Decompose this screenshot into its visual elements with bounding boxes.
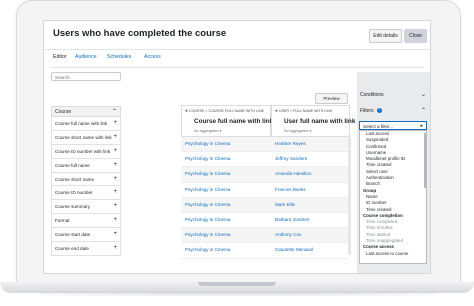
- field-list-item[interactable]: Course start date +: [51, 228, 121, 243]
- field-label: Course ID number with link: [55, 148, 111, 154]
- plus-icon: +: [113, 133, 117, 140]
- plus-icon: +: [113, 245, 117, 252]
- aggregation-select[interactable]: No aggregation ▾: [284, 129, 311, 133]
- field-label: Course full name with link: [55, 121, 108, 126]
- table-row: Psychology in Cinema Jeffrey Sanders: [181, 152, 348, 168]
- field-label: Format: [55, 218, 70, 224]
- course-link[interactable]: Psychology in Cinema: [185, 137, 230, 151]
- info-icon[interactable]: ?: [377, 108, 383, 114]
- tab-divider: [50, 67, 424, 68]
- tab-schedules[interactable]: Schedules: [107, 54, 131, 60]
- field-label: Course full name: [55, 162, 90, 168]
- field-label: Course ID number: [55, 190, 93, 196]
- course-link[interactable]: Psychology in Cinema: [185, 243, 230, 257]
- course-link[interactable]: Psychology in Cinema: [185, 213, 230, 227]
- field-list-item[interactable]: Format +: [51, 214, 121, 229]
- table-row: Psychology in Cinema Barbara Gardner: [181, 213, 348, 229]
- tab-audience[interactable]: Audience: [75, 54, 97, 60]
- preview-button[interactable]: Preview: [315, 93, 348, 104]
- plus-icon: +: [113, 161, 117, 168]
- sidebar-section-course[interactable]: Course ⌃: [51, 106, 121, 117]
- field-label: Course summary: [55, 204, 90, 210]
- user-link[interactable]: Barbara Gardner: [275, 213, 309, 227]
- course-link[interactable]: Psychology in Cinema: [185, 228, 230, 242]
- plus-icon: +: [113, 189, 117, 196]
- scrollbar[interactable]: [348, 135, 351, 255]
- table-row: Psychology in Cinema Heather Reyes: [181, 137, 348, 153]
- course-link[interactable]: Psychology in Cinema: [185, 152, 230, 166]
- tab-access[interactable]: Access: [144, 54, 161, 60]
- field-list-item[interactable]: Course full name +: [51, 158, 121, 173]
- column-header[interactable]: ✥ USER > FULL NAME WITH LINK User full n…: [271, 105, 355, 137]
- table-row: Psychology in Cinema Mark Ellis: [181, 197, 348, 213]
- table-row: Psychology in Cinema Frances Banks: [181, 183, 348, 198]
- filter-dropdown: Last access Suspended Confirmed Username Moo…: [359, 130, 427, 264]
- table-row: Psychology in Cinema Anthony Cox: [181, 228, 348, 244]
- user-link[interactable]: Claudette Menasol: [275, 243, 313, 257]
- report-editor-screen: Users who have completed the course Edit…: [43, 20, 431, 274]
- plus-icon: +: [113, 203, 117, 210]
- field-list: Course full name with link + Course short …: [51, 117, 121, 256]
- user-link[interactable]: Frances Banks: [275, 183, 306, 197]
- filters-label: Filters: [360, 108, 374, 114]
- field-list-item[interactable]: Course ID number +: [51, 186, 121, 201]
- user-link[interactable]: Jeffrey Sanders: [275, 152, 307, 166]
- field-label: Course short name: [55, 176, 95, 182]
- settings-panel: Conditions ⌄ Filters ? ⌃ Select a filter…: [357, 72, 430, 273]
- filter-select[interactable]: Select a filter... ▸: [359, 121, 427, 130]
- column-title: Course full name with link: [194, 118, 274, 125]
- laptop-shadow: [40, 292, 434, 296]
- course-link[interactable]: Psychology in Cinema: [185, 167, 230, 181]
- edit-details-button[interactable]: Edit details: [369, 29, 402, 43]
- field-label: Course short name with link: [55, 134, 112, 140]
- plus-icon: +: [113, 217, 117, 224]
- page-title: Users who have completed the course: [53, 28, 227, 39]
- plus-icon: +: [113, 120, 117, 126]
- sidebar-section-label: Course: [55, 109, 72, 115]
- report-table: Psychology in Cinema Heather Reyes Psychol…: [181, 137, 348, 259]
- user-link[interactable]: Heather Reyes: [275, 137, 306, 151]
- dropdown-option[interactable]: Last access to course: [360, 251, 426, 257]
- user-link[interactable]: Anthony Cox: [275, 228, 301, 242]
- scrollbar[interactable]: [424, 133, 426, 188]
- plus-icon: +: [113, 147, 117, 154]
- field-label: Course end date: [55, 246, 89, 252]
- field-list-item[interactable]: Course end date +: [51, 242, 121, 256]
- page-header: Users who have completed the course Edit…: [44, 21, 430, 50]
- tab-editor[interactable]: Editor: [53, 54, 67, 60]
- column-source-label: ✥ COURSE > COURSE FULL NAME WITH LINK: [185, 109, 265, 113]
- user-link[interactable]: Amanda Hamilton: [275, 167, 312, 181]
- plus-icon: +: [113, 175, 117, 182]
- conditions-label: Conditions: [360, 92, 384, 98]
- conditions-header[interactable]: Conditions ⌄: [357, 90, 430, 101]
- aggregation-select[interactable]: No aggregation ▾: [194, 129, 221, 133]
- chevron-up-icon: ⌃: [420, 108, 426, 114]
- course-link[interactable]: Psychology in Cinema: [185, 198, 230, 212]
- plus-icon: +: [113, 231, 117, 238]
- column-title: User full name with link: [284, 118, 356, 125]
- field-list-item[interactable]: Course short name with link +: [51, 130, 121, 145]
- field-list-item[interactable]: Course full name with link +: [51, 117, 121, 131]
- field-list-item[interactable]: Course short name +: [51, 172, 121, 187]
- filters-header[interactable]: Filters ? ⌃: [357, 106, 430, 117]
- field-label: Course start date: [55, 232, 91, 238]
- table-row: Psychology in Cinema Amanda Hamilton: [181, 167, 348, 183]
- course-link[interactable]: Psychology in Cinema: [185, 183, 230, 197]
- laptop-notch: [198, 282, 276, 286]
- column-header[interactable]: ✥ COURSE > COURSE FULL NAME WITH LINK Co…: [181, 105, 274, 137]
- chevron-down-icon: ⌄: [420, 92, 426, 98]
- close-button[interactable]: Close: [404, 29, 427, 43]
- field-list-item[interactable]: Course summary +: [51, 200, 121, 215]
- field-list-item[interactable]: Course ID number with link +: [51, 144, 121, 159]
- column-source-label: ✥ USER > FULL NAME WITH LINK: [275, 109, 333, 113]
- search-input[interactable]: Search: [51, 72, 121, 81]
- user-link[interactable]: Mark Ellis: [275, 198, 295, 212]
- table-row: Psychology in Cinema Claudette Menasol: [181, 243, 348, 259]
